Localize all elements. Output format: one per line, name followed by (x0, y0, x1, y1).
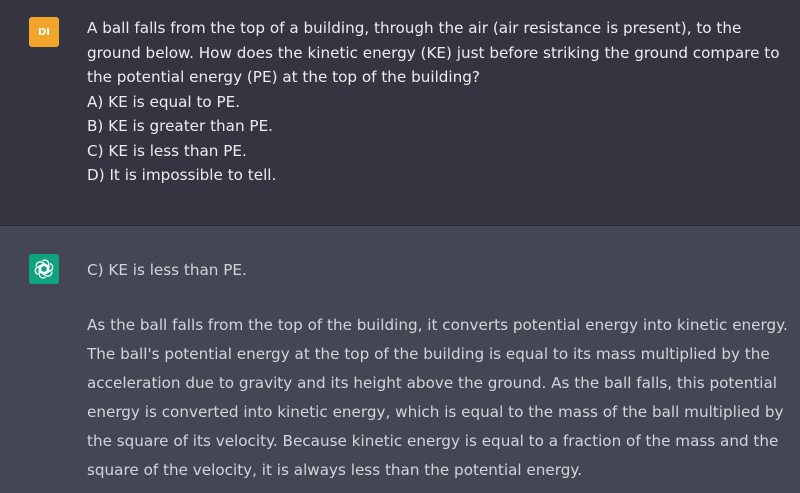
explanation-text: As the ball falls from the top of the bu… (87, 316, 788, 479)
user-message: DI A ball falls from the top of a buildi… (0, 0, 800, 226)
assistant-message-text: C) KE is less than PE. As the ball falls… (87, 256, 797, 485)
assistant-avatar (29, 254, 59, 284)
openai-logo-icon (34, 259, 54, 279)
user-avatar: DI (29, 17, 59, 47)
option-b: B) KE is greater than PE. (87, 117, 274, 135)
answer-text: C) KE is less than PE. (87, 261, 247, 279)
question-text: A ball falls from the top of a building,… (87, 19, 780, 86)
option-d: D) It is impossible to tell. (87, 166, 277, 184)
user-message-text: A ball falls from the top of a building,… (87, 16, 787, 188)
assistant-message: C) KE is less than PE. As the ball falls… (0, 226, 800, 493)
option-a: A) KE is equal to PE. (87, 92, 241, 111)
user-avatar-initials: DI (37, 26, 51, 38)
chat-thread: DI A ball falls from the top of a buildi… (0, 0, 800, 493)
option-c: C) KE is less than PE. (87, 141, 247, 160)
